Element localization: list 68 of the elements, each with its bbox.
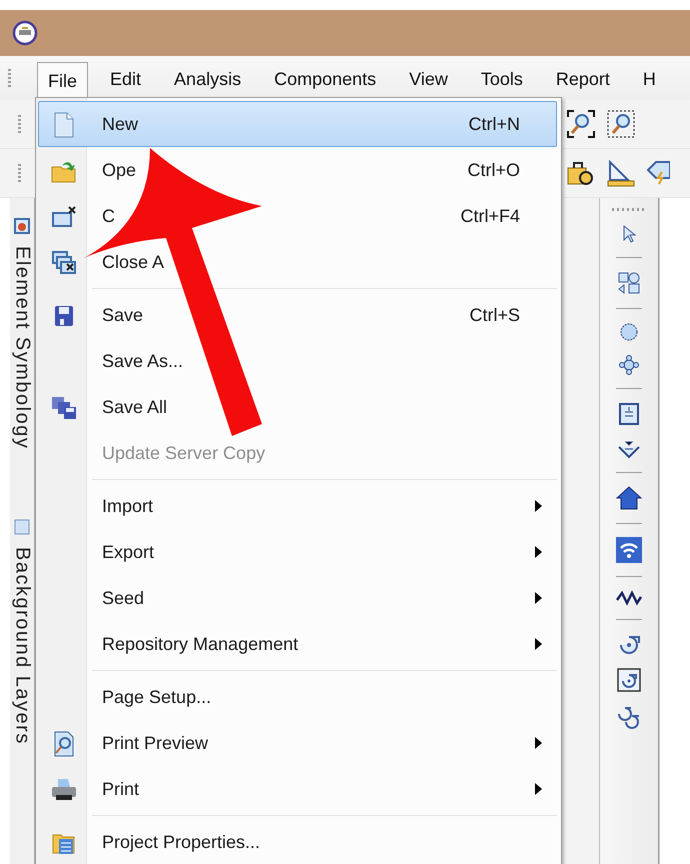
panel-icon: [14, 218, 30, 234]
menu-bar-item[interactable]: Edit: [99, 60, 152, 96]
tank-icon[interactable]: [618, 402, 640, 426]
shortcut-label: Ctrl+O: [467, 160, 520, 181]
app-icon: [12, 20, 38, 46]
document-icon: [53, 112, 75, 138]
menu-item-label: Print Preview: [102, 733, 208, 754]
window-close-icon: [51, 205, 77, 229]
shortcut-label: Ctrl+F4: [460, 206, 520, 227]
circle-icon[interactable]: [619, 322, 639, 342]
zigzag-icon[interactable]: [616, 590, 642, 606]
print-preview-icon: [52, 731, 76, 757]
menu-item-label: Close A: [102, 252, 164, 273]
reservoir-icon[interactable]: [617, 439, 641, 459]
menu-item-label: New: [102, 114, 138, 135]
signal-icon[interactable]: [616, 537, 642, 563]
menu-item-label: Save: [102, 305, 144, 326]
menu-bar-item[interactable]: Analysis: [163, 60, 252, 96]
zoom-extents-icon[interactable]: [566, 109, 596, 139]
menu-item[interactable]: Print Preview: [38, 720, 557, 766]
menu-item-label: Ope: [102, 160, 136, 181]
menu-item-label: Project Properties...: [102, 832, 260, 853]
menu-item[interactable]: New Ctrl+N: [38, 101, 557, 147]
printer-icon: [50, 777, 78, 803]
node-icon[interactable]: [619, 355, 639, 375]
menu-item[interactable]: Repository Management: [38, 621, 557, 667]
shortcut-label: Ctrl+S: [469, 305, 520, 326]
pump-box-icon[interactable]: [617, 668, 641, 692]
floppy-disks-icon: [50, 395, 78, 421]
menu-item-label: Export: [102, 542, 154, 563]
pointer-icon[interactable]: [621, 224, 637, 244]
menu-item-label: Save As...: [102, 351, 184, 372]
menu-item[interactable]: Export: [38, 529, 557, 575]
menu-item-label: Repository Management: [102, 634, 298, 655]
side-tab[interactable]: Element Symbology: [10, 246, 34, 450]
menu-item-label: Update Server Copy: [102, 443, 266, 464]
pumps-icon[interactable]: [616, 705, 642, 729]
menu-item-label: Page Setup...: [102, 687, 212, 708]
menu-item[interactable]: Save All: [38, 384, 557, 430]
menu-item-label: Print: [102, 779, 140, 800]
pump-icon[interactable]: [617, 633, 641, 655]
menu-item[interactable]: Import: [38, 483, 557, 529]
windows-close-icon: [51, 250, 77, 276]
menu-item[interactable]: Seed: [38, 575, 557, 621]
menu-item[interactable]: Ope Ctrl+O: [38, 147, 557, 193]
menu-item[interactable]: Print: [38, 766, 557, 812]
menu-item[interactable]: Project Properties...: [38, 819, 557, 864]
menu-item[interactable]: Close A: [38, 239, 557, 285]
menu-bar-item[interactable]: Report: [544, 60, 621, 96]
menu-item-label: C: [102, 206, 115, 227]
house-icon[interactable]: [616, 486, 642, 510]
zoom-window-icon[interactable]: [606, 109, 636, 139]
menu-bar-item[interactable]: View: [398, 60, 459, 96]
ruler-triangle-icon[interactable]: [606, 158, 636, 188]
menu-item-label: Save All: [102, 397, 168, 418]
menu-item-label: Import: [102, 496, 154, 517]
menu-bar-item[interactable]: H: [632, 60, 667, 96]
shapes-icon[interactable]: [617, 271, 641, 295]
menu-bar-item[interactable]: Tools: [470, 60, 534, 96]
panel-icon: [14, 519, 30, 536]
menu-item-label: Seed: [102, 588, 144, 609]
shortcut-label: Ctrl+N: [468, 114, 520, 135]
side-tab[interactable]: Background Layers: [10, 547, 34, 746]
menu-item[interactable]: Save As...: [38, 338, 557, 384]
menu-bar-item[interactable]: Components: [263, 60, 388, 96]
menu-item[interactable]: Page Setup...: [38, 674, 557, 720]
menu-item[interactable]: Save Ctrl+S: [38, 292, 557, 338]
menu-item[interactable]: C Ctrl+F4: [38, 193, 557, 239]
